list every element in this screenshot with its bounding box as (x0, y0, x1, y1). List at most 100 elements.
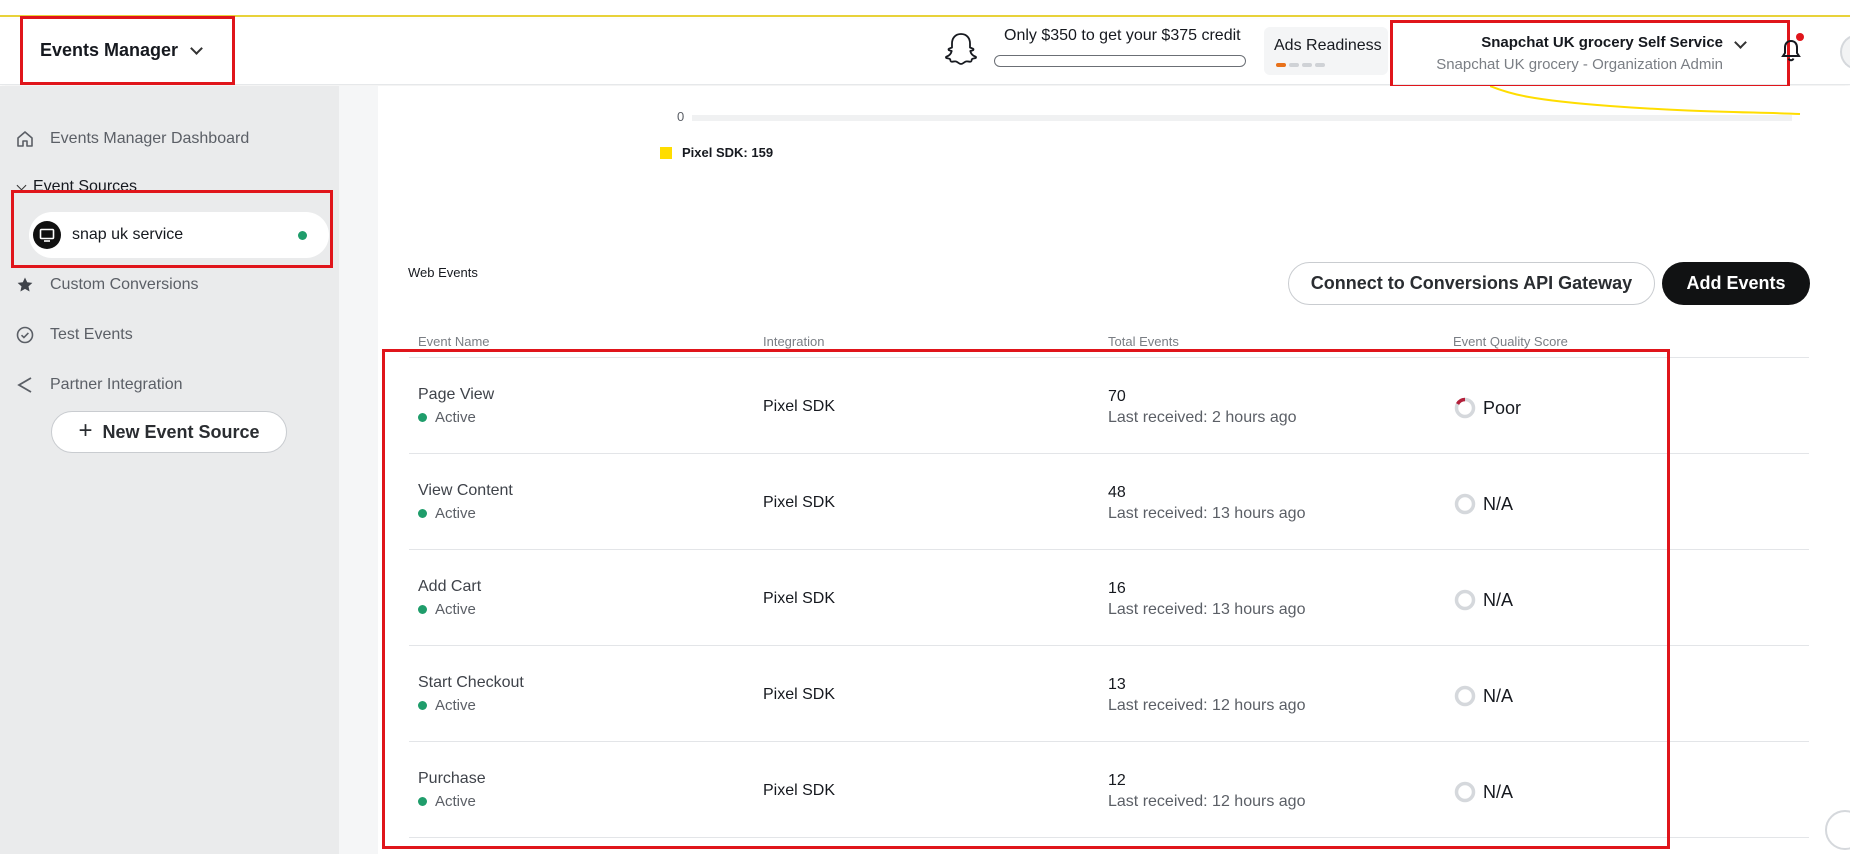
event-status: Active (418, 697, 476, 714)
event-total: 12 (1108, 772, 1126, 789)
share-icon (17, 377, 32, 393)
plus-icon: + (78, 417, 93, 444)
account-role: Snapchat UK grocery - Organization Admin (1436, 56, 1723, 73)
legend-swatch (660, 146, 672, 159)
status-dot (418, 509, 427, 518)
column-header-total-events[interactable]: Total Events (1108, 334, 1179, 349)
sidebar-item-partner-integration[interactable]: Partner Integration (16, 376, 183, 394)
quality-ring-icon (1454, 685, 1476, 707)
chart-series-line (1490, 86, 1801, 115)
table-row[interactable]: Purchase Active Pixel SDK 12 Last receiv… (409, 742, 1809, 838)
column-header-quality-score[interactable]: Event Quality Score (1453, 334, 1568, 349)
home-icon (17, 131, 33, 147)
event-quality-score: N/A (1453, 588, 1513, 612)
y-axis-tick-label: 0 (677, 109, 685, 124)
sidebar-item-label: Custom Conversions (50, 276, 199, 293)
chevron-down-icon (190, 41, 203, 55)
event-status: Active (418, 793, 476, 810)
status-dot (418, 797, 427, 806)
event-last-received: Last received: 12 hours ago (1108, 697, 1306, 714)
status-dot (418, 413, 427, 422)
event-status: Active (418, 505, 476, 522)
event-last-received: Last received: 2 hours ago (1108, 409, 1297, 426)
event-status: Active (418, 409, 476, 426)
event-name: Page View (418, 386, 495, 403)
sidebar-item-test-events[interactable]: Test Events (16, 326, 133, 344)
credit-progress-bar (994, 55, 1246, 67)
check-circle-icon (16, 326, 34, 344)
event-integration: Pixel SDK (763, 782, 836, 799)
event-last-received: Last received: 13 hours ago (1108, 505, 1306, 522)
quality-label: N/A (1483, 781, 1514, 802)
event-name: Add Cart (418, 578, 482, 595)
status-text: Active (435, 601, 476, 618)
event-quality-score: Poor (1453, 396, 1521, 420)
credit-progress-text: Only $350 to get your $375 credit (1004, 27, 1241, 44)
status-text: Active (435, 505, 476, 522)
notification-dot (1796, 33, 1804, 41)
status-text: Active (435, 409, 476, 426)
event-total: 16 (1108, 580, 1126, 597)
sidebar-item-label: Test Events (50, 326, 133, 343)
event-name: Start Checkout (418, 674, 524, 691)
status-text: Active (435, 793, 476, 810)
table-row[interactable]: Add Cart Active Pixel SDK 16 Last receiv… (409, 550, 1809, 646)
event-quality-score: N/A (1453, 780, 1513, 804)
quality-label: N/A (1483, 493, 1514, 514)
quality-ring-icon (1454, 397, 1476, 419)
quality-label: Poor (1483, 397, 1522, 418)
star-icon (17, 277, 33, 292)
event-quality-score: N/A (1453, 492, 1513, 516)
quality-ring-icon (1454, 781, 1476, 803)
quality-label: N/A (1483, 589, 1514, 610)
app-switcher[interactable]: Events Manager (20, 16, 235, 85)
add-events-button[interactable]: Add Events (1662, 262, 1810, 305)
app-title: Events Manager (40, 40, 179, 60)
new-event-source-button[interactable]: + New Event Source (51, 411, 287, 453)
event-total: 13 (1108, 676, 1126, 693)
source-status-dot (298, 231, 307, 240)
account-name: Snapchat UK grocery Self Service (1481, 34, 1723, 51)
table-row[interactable]: Page View Active Pixel SDK 70 Last recei… (409, 358, 1809, 454)
ads-readiness-label: Ads Readiness (1274, 37, 1382, 54)
quality-ring-icon (1454, 589, 1476, 611)
ads-readiness-button[interactable]: Ads Readiness (1264, 27, 1388, 75)
sidebar-item-snap-uk-service[interactable]: snap uk service (29, 212, 329, 258)
status-text: Active (435, 697, 476, 714)
account-switcher[interactable]: Snapchat UK grocery Self Service Snapcha… (1390, 20, 1790, 88)
event-integration: Pixel SDK (763, 494, 836, 511)
event-quality-score: N/A (1453, 684, 1513, 708)
event-total: 48 (1108, 484, 1126, 501)
event-last-received: Last received: 12 hours ago (1108, 793, 1306, 810)
status-dot (418, 605, 427, 614)
source-name: snap uk service (72, 226, 184, 243)
status-dot (418, 701, 427, 710)
event-total: 70 (1108, 388, 1126, 405)
event-name: Purchase (418, 770, 486, 787)
snapchat-ghost-icon (945, 33, 977, 65)
column-header-event-name[interactable]: Event Name (418, 334, 490, 349)
chevron-down-icon (16, 180, 27, 190)
event-status: Active (418, 601, 476, 618)
event-integration: Pixel SDK (763, 686, 836, 703)
sidebar-item-label: Partner Integration (50, 376, 183, 393)
event-integration: Pixel SDK (763, 590, 836, 607)
connect-capi-gateway-button[interactable]: Connect to Conversions API Gateway (1288, 262, 1655, 305)
quality-ring-icon (1454, 493, 1476, 515)
chevron-down-icon (1734, 36, 1747, 49)
event-name: View Content (418, 482, 513, 499)
table-row[interactable]: Start Checkout Active Pixel SDK 13 Last … (409, 646, 1809, 742)
quality-label: N/A (1483, 685, 1514, 706)
new-event-source-label: New Event Source (102, 421, 260, 442)
sidebar-item-dashboard[interactable]: Events Manager Dashboard (16, 130, 249, 148)
chart-legend: Pixel SDK: 159 (660, 145, 773, 160)
browser-top-strip (0, 0, 1850, 17)
sidebar-item-custom-conversions[interactable]: Custom Conversions (16, 276, 199, 294)
ads-readiness-meter (1276, 63, 1325, 67)
bell-icon[interactable] (1780, 38, 1802, 62)
column-header-integration[interactable]: Integration (763, 334, 824, 349)
event-last-received: Last received: 13 hours ago (1108, 601, 1306, 618)
table-row[interactable]: View Content Active Pixel SDK 48 Last re… (409, 454, 1809, 550)
event-integration: Pixel SDK (763, 398, 836, 415)
web-events-title: Web Events (408, 265, 478, 280)
